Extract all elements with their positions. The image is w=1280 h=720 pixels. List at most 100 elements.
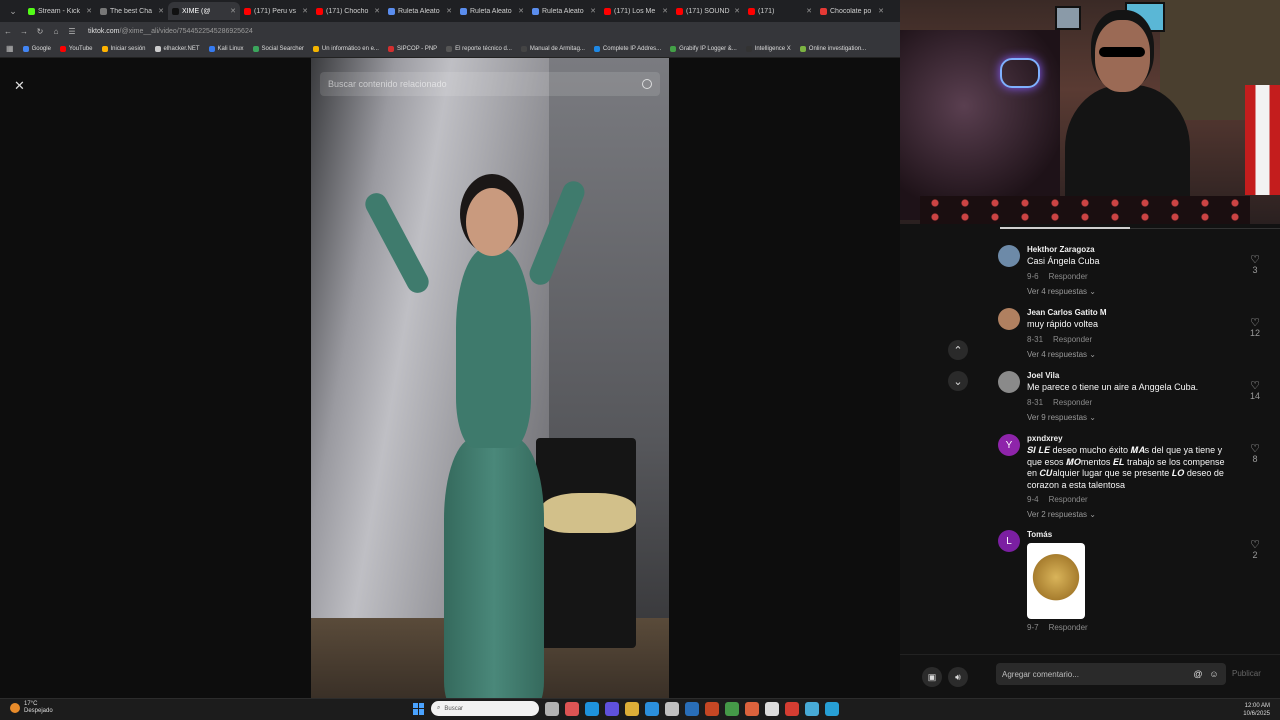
bookmark-item[interactable]: Kali Linux: [208, 45, 244, 52]
taskbar-app-icon[interactable]: [805, 701, 819, 716]
bookmark-item[interactable]: Online investigation...: [799, 45, 866, 52]
taskbar-app-icon[interactable]: [605, 701, 619, 716]
forward-icon[interactable]: →: [16, 27, 32, 36]
bookmark-item[interactable]: Manual de Armitag...: [520, 45, 585, 52]
like-button[interactable]: ♡ 3: [1248, 255, 1262, 276]
browser-tab[interactable]: (171) Peru vs ✕: [240, 2, 312, 20]
weather-widget[interactable]: 17°C Despejado: [10, 701, 53, 715]
tab-close-icon[interactable]: ✕: [878, 7, 884, 15]
view-replies-button[interactable]: Ver 4 respuestas ⌄: [1027, 350, 1232, 359]
browser-tab[interactable]: Ruleta Aleato ✕: [528, 2, 600, 20]
tab-close-icon[interactable]: ✕: [86, 7, 92, 15]
browser-tab[interactable]: (171) ✕: [744, 2, 816, 20]
reply-button[interactable]: Responder: [1049, 623, 1088, 632]
close-icon[interactable]: ✕: [14, 78, 25, 94]
system-clock[interactable]: 12:00 AM 10/6/2025: [1243, 702, 1270, 718]
taskbar-app-icon[interactable]: [585, 701, 599, 716]
volume-icon[interactable]: 🔊︎: [948, 667, 968, 687]
browser-tab[interactable]: Ruleta Aleato ✕: [384, 2, 456, 20]
next-video-icon[interactable]: ⌄: [948, 371, 968, 391]
view-replies-button[interactable]: Ver 2 respuestas ⌄: [1027, 510, 1232, 519]
avatar[interactable]: [998, 308, 1020, 330]
tab-close-icon[interactable]: ✕: [662, 7, 668, 15]
comment-username[interactable]: Jean Carlos Gatito M: [1027, 308, 1232, 317]
like-button[interactable]: ♡ 2: [1248, 540, 1262, 561]
reload-icon[interactable]: ↻: [32, 27, 48, 36]
comment-username[interactable]: Tomás: [1027, 530, 1232, 539]
reply-button[interactable]: Responder: [1049, 272, 1088, 281]
tab-close-icon[interactable]: ✕: [374, 7, 380, 15]
bookmark-item[interactable]: El reporte técnico d...: [446, 45, 512, 52]
browser-tab[interactable]: (171) Chocho ✕: [312, 2, 384, 20]
bookmark-item[interactable]: Grabify IP Logger &...: [670, 45, 737, 52]
taskbar-app-icon[interactable]: [665, 701, 679, 716]
tab-close-icon[interactable]: ✕: [734, 7, 740, 15]
taskbar-app-icon[interactable]: [685, 701, 699, 716]
tab-close-icon[interactable]: ✕: [158, 7, 164, 15]
taskbar-app-icon[interactable]: [625, 701, 639, 716]
apps-grid-icon[interactable]: ▦: [6, 44, 14, 53]
windows-start-icon[interactable]: [413, 702, 425, 715]
taskbar-app-icon[interactable]: [785, 701, 799, 716]
taskbar-app-icon[interactable]: [545, 701, 559, 716]
reply-button[interactable]: Responder: [1049, 495, 1088, 504]
like-button[interactable]: ♡ 14: [1248, 381, 1262, 402]
publish-button[interactable]: Publicar: [1232, 669, 1261, 678]
url-field[interactable]: tiktok.com/@xime__ali/video/754452254528…: [88, 28, 253, 35]
bookmark-item[interactable]: Iniciar sesión: [101, 45, 146, 52]
bookmark-item[interactable]: YouTube: [59, 45, 93, 52]
search-icon[interactable]: [642, 79, 652, 89]
avatar[interactable]: [998, 245, 1020, 267]
browser-tab[interactable]: (171) SOUND ✕: [672, 2, 744, 20]
reply-button[interactable]: Responder: [1053, 335, 1092, 344]
reply-button[interactable]: Responder: [1053, 398, 1092, 407]
taskbar-search[interactable]: ⌕ Buscar: [431, 701, 539, 716]
avatar[interactable]: [998, 371, 1020, 393]
avatar[interactable]: L: [998, 530, 1020, 552]
taskbar-app-icon[interactable]: [645, 701, 659, 716]
bookmark-item[interactable]: elhacker.NET: [154, 45, 200, 52]
like-button[interactable]: ♡ 8: [1248, 444, 1262, 465]
comment-username[interactable]: Hekthor Zaragoza: [1027, 245, 1232, 254]
taskbar-app-icon[interactable]: [745, 701, 759, 716]
bookmark-item[interactable]: Complete IP Addres...: [593, 45, 661, 52]
comment-input[interactable]: Agregar comentario... @ ☺: [996, 663, 1226, 685]
view-replies-button[interactable]: Ver 9 respuestas ⌄: [1027, 413, 1232, 422]
browser-tab[interactable]: XIME (@ ✕: [168, 2, 240, 20]
emoji-icon[interactable]: ☺: [1208, 669, 1220, 679]
view-replies-button[interactable]: Ver 4 respuestas ⌄: [1027, 287, 1232, 296]
tab-close-icon[interactable]: ✕: [518, 7, 524, 15]
tab-close-icon[interactable]: ✕: [446, 7, 452, 15]
tab-search-icon[interactable]: ⌄: [4, 2, 22, 20]
bookmark-item[interactable]: Social Searcher: [252, 45, 304, 52]
tab-close-icon[interactable]: ✕: [302, 7, 308, 15]
browser-tab[interactable]: Stream - Kick ✕: [24, 2, 96, 20]
bookmark-item[interactable]: Intelligence X: [745, 45, 791, 52]
comment-username[interactable]: pxndxrey: [1027, 434, 1232, 443]
taskbar-app-icon[interactable]: [725, 701, 739, 716]
taskbar-app-icon[interactable]: [765, 701, 779, 716]
like-button[interactable]: ♡ 12: [1248, 318, 1262, 339]
bookmark-item[interactable]: Un informático en e...: [312, 45, 379, 52]
bookmark-item[interactable]: Google: [22, 45, 51, 52]
browser-tab[interactable]: The best Cha ✕: [96, 2, 168, 20]
mention-icon[interactable]: @: [1192, 669, 1204, 679]
video-player[interactable]: [311, 58, 669, 698]
comment-username[interactable]: Joel Vila: [1027, 371, 1232, 380]
tab-close-icon[interactable]: ✕: [806, 7, 812, 15]
previous-video-icon[interactable]: ⌃: [948, 340, 968, 360]
back-icon[interactable]: ←: [0, 27, 16, 36]
bookmark-item[interactable]: SIPCOP - PNP: [387, 45, 437, 52]
tab-close-icon[interactable]: ✕: [590, 7, 596, 15]
taskbar-app-icon[interactable]: [825, 701, 839, 716]
home-icon[interactable]: ⌂: [48, 27, 64, 36]
browser-tab[interactable]: Ruleta Aleato ✕: [456, 2, 528, 20]
browser-tab[interactable]: (171) Los Me ✕: [600, 2, 672, 20]
tab-close-icon[interactable]: ✕: [230, 7, 236, 15]
avatar[interactable]: Y: [998, 434, 1020, 456]
taskbar-app-icon[interactable]: [565, 701, 579, 716]
browser-tab[interactable]: Chocolate po ✕: [816, 2, 888, 20]
pip-icon[interactable]: ▣: [922, 667, 942, 687]
related-search-input[interactable]: Buscar contenido relacionado: [320, 72, 660, 96]
site-info-icon[interactable]: ☰: [64, 27, 80, 36]
